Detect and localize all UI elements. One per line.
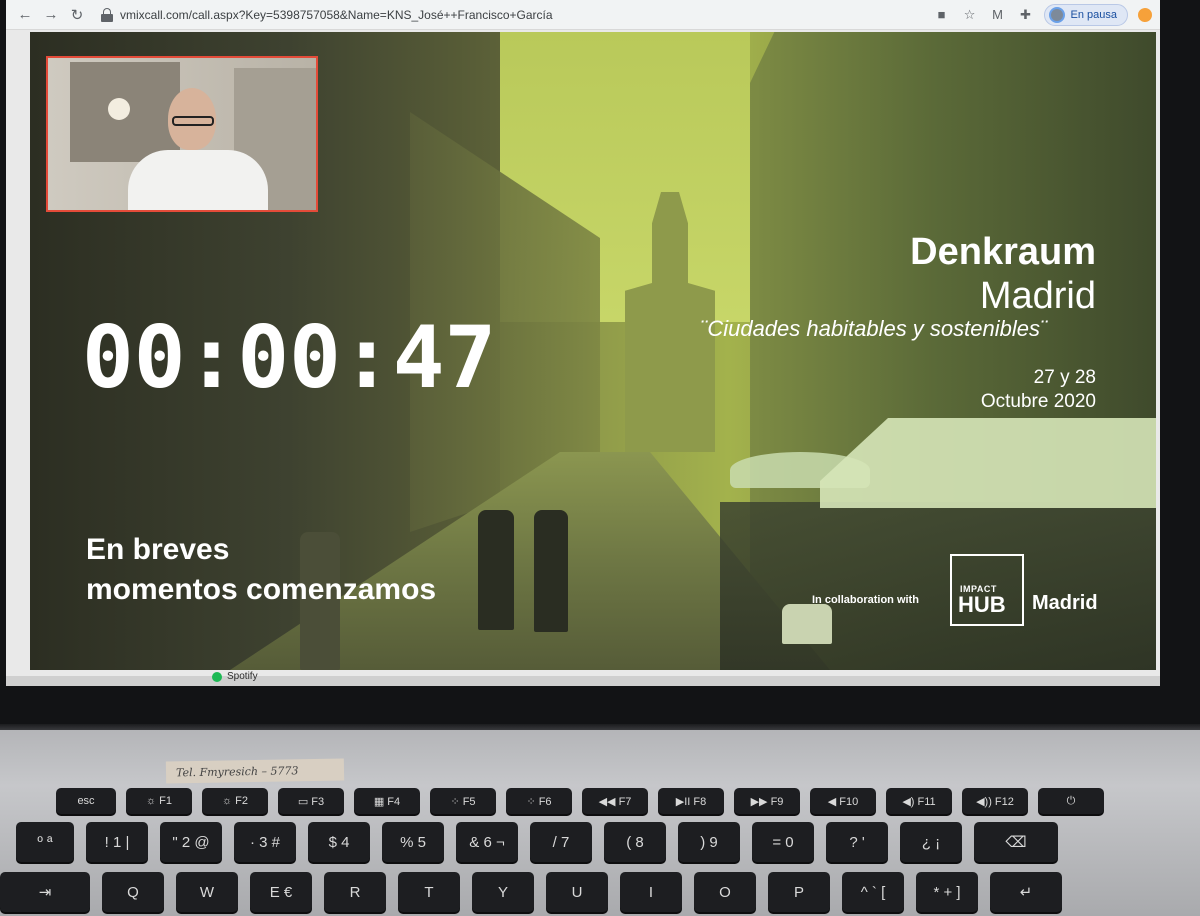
- number-key-13[interactable]: ⌫: [974, 822, 1058, 862]
- puzzle-icon[interactable]: ✚: [1016, 5, 1036, 25]
- number-key-9[interactable]: ) 9: [678, 822, 740, 862]
- timer-hours: 00: [82, 308, 186, 408]
- seated-person: [782, 604, 832, 644]
- extension-icon[interactable]: [1138, 7, 1152, 22]
- camera-icon[interactable]: ■: [932, 5, 952, 25]
- reload-button[interactable]: ↻: [66, 4, 88, 26]
- timer-sep: :: [185, 308, 238, 408]
- letter-key-2[interactable]: W: [176, 872, 238, 912]
- countdown-timer: 00:00:47: [82, 308, 496, 408]
- function-key-2[interactable]: ☼ F2: [202, 788, 268, 814]
- event-subtitle: ¨Ciudades habitables y sostenibles¨: [700, 316, 1048, 341]
- function-key-6[interactable]: ⁘ F6: [506, 788, 572, 814]
- letter-key-13[interactable]: ↵: [990, 872, 1062, 912]
- function-key-9[interactable]: ▶▶ F9: [734, 788, 800, 814]
- letter-key-10[interactable]: P: [768, 872, 830, 912]
- number-key-8[interactable]: ( 8: [604, 822, 666, 862]
- avatar: [1048, 6, 1065, 23]
- event-title-line1: Denkraum: [910, 231, 1096, 273]
- number-key-5[interactable]: % 5: [382, 822, 444, 862]
- logo-city-text: Madrid: [1032, 592, 1098, 614]
- number-key-7[interactable]: / 7: [530, 822, 592, 862]
- timer-minutes: 00: [237, 308, 341, 408]
- function-key-12[interactable]: ◀)) F12: [962, 788, 1028, 814]
- letter-key-5[interactable]: T: [398, 872, 460, 912]
- extension-m-icon[interactable]: M: [988, 5, 1008, 25]
- number-key-1[interactable]: ! 1 |: [86, 822, 148, 862]
- letter-key-8[interactable]: I: [620, 872, 682, 912]
- webcam-preview[interactable]: [46, 56, 318, 212]
- letter-key-6[interactable]: Y: [472, 872, 534, 912]
- letter-key-11[interactable]: ^ ` [: [842, 872, 904, 912]
- stream-slide: 00:00:47 En breves momentos comenzamos D…: [30, 32, 1156, 670]
- number-key-2[interactable]: " 2 @: [160, 822, 222, 862]
- function-key-4[interactable]: ▦ F4: [354, 788, 420, 814]
- timer-seconds: 47: [392, 308, 497, 408]
- event-title: Denkraum Madrid: [910, 230, 1096, 318]
- profile-button[interactable]: En pausa: [1043, 3, 1128, 26]
- pedestrian: [478, 510, 514, 630]
- function-key-7[interactable]: ◀◀ F7: [582, 788, 648, 814]
- function-key-5[interactable]: ⁘ F5: [430, 788, 496, 814]
- lock-icon[interactable]: [100, 7, 114, 22]
- timer-sep: :: [340, 308, 393, 408]
- function-key-0[interactable]: esc: [56, 788, 116, 814]
- collaboration-label: In collaboration with: [812, 594, 919, 606]
- impact-hub-logo: IMPACT HUB: [950, 554, 1024, 626]
- browser-toolbar: ← → ↻ vmixcall.com/call.aspx?Key=5398757…: [6, 0, 1160, 30]
- back-button[interactable]: ←: [14, 4, 36, 26]
- address-bar[interactable]: vmixcall.com/call.aspx?Key=5398757058&Na…: [120, 8, 924, 22]
- letter-key-4[interactable]: R: [324, 872, 386, 912]
- event-date-days: 27 y 28: [1033, 367, 1096, 388]
- letter-key-12[interactable]: * + ]: [916, 872, 978, 912]
- function-key-11[interactable]: ◀) F11: [886, 788, 952, 814]
- event-date: 27 y 28 Octubre 2020: [981, 366, 1096, 414]
- sticky-note: Tel. Fmyresich – 5773: [165, 758, 345, 784]
- number-key-4[interactable]: $ 4: [308, 822, 370, 862]
- function-key-8[interactable]: ▶II F8: [658, 788, 724, 814]
- number-key-6[interactable]: & 6 ¬: [456, 822, 518, 862]
- event-date-month: Octubre 2020: [980, 391, 1096, 412]
- function-key-3[interactable]: ▭ F3: [278, 788, 344, 814]
- function-key-10[interactable]: ◀ F10: [810, 788, 876, 814]
- letter-key-1[interactable]: Q: [102, 872, 164, 912]
- logo-hub-text: HUB: [958, 592, 1006, 617]
- spotify-icon: [212, 671, 222, 682]
- number-key-12[interactable]: ¿ ¡: [900, 822, 962, 862]
- number-key-0[interactable]: º ª: [16, 822, 74, 862]
- taskbar: [6, 676, 1160, 686]
- laptop-screen: ← → ↻ vmixcall.com/call.aspx?Key=5398757…: [0, 0, 1200, 740]
- keyboard: esc ☼ F1 ☼ F2 ▭ F3 ▦ F4 ⁘ F5 ⁘ F6 ◀◀ F7 ▶II F8 ▶▶…: [0, 784, 1200, 916]
- spotify-label: Spotify: [227, 671, 258, 682]
- function-key-1[interactable]: ☼ F1: [126, 788, 192, 814]
- page-content: 00:00:47 En breves momentos comenzamos D…: [6, 30, 1160, 676]
- starting-soon-line2: momentos comenzamos: [86, 573, 437, 606]
- event-title-line2: Madrid: [979, 275, 1096, 317]
- pedestrian: [534, 510, 568, 632]
- letter-key-3[interactable]: E €: [250, 872, 312, 912]
- spotify-taskbar-item[interactable]: Spotify: [212, 671, 258, 682]
- starting-soon-text: En breves momentos comenzamos: [86, 530, 436, 610]
- letter-key-0[interactable]: ⇥: [0, 872, 90, 912]
- star-icon[interactable]: ☆: [960, 5, 980, 25]
- letter-key-9[interactable]: O: [694, 872, 756, 912]
- forward-button[interactable]: →: [40, 4, 62, 26]
- number-key-3[interactable]: · 3 #: [234, 822, 296, 862]
- profile-label: En pausa: [1070, 8, 1117, 21]
- number-key-10[interactable]: = 0: [752, 822, 814, 862]
- function-key-13[interactable]: ⏻: [1038, 788, 1104, 814]
- starting-soon-line1: En breves: [86, 533, 230, 566]
- letter-key-7[interactable]: U: [546, 872, 608, 912]
- cafe-terrace: [720, 502, 1156, 670]
- number-key-11[interactable]: ? ': [826, 822, 888, 862]
